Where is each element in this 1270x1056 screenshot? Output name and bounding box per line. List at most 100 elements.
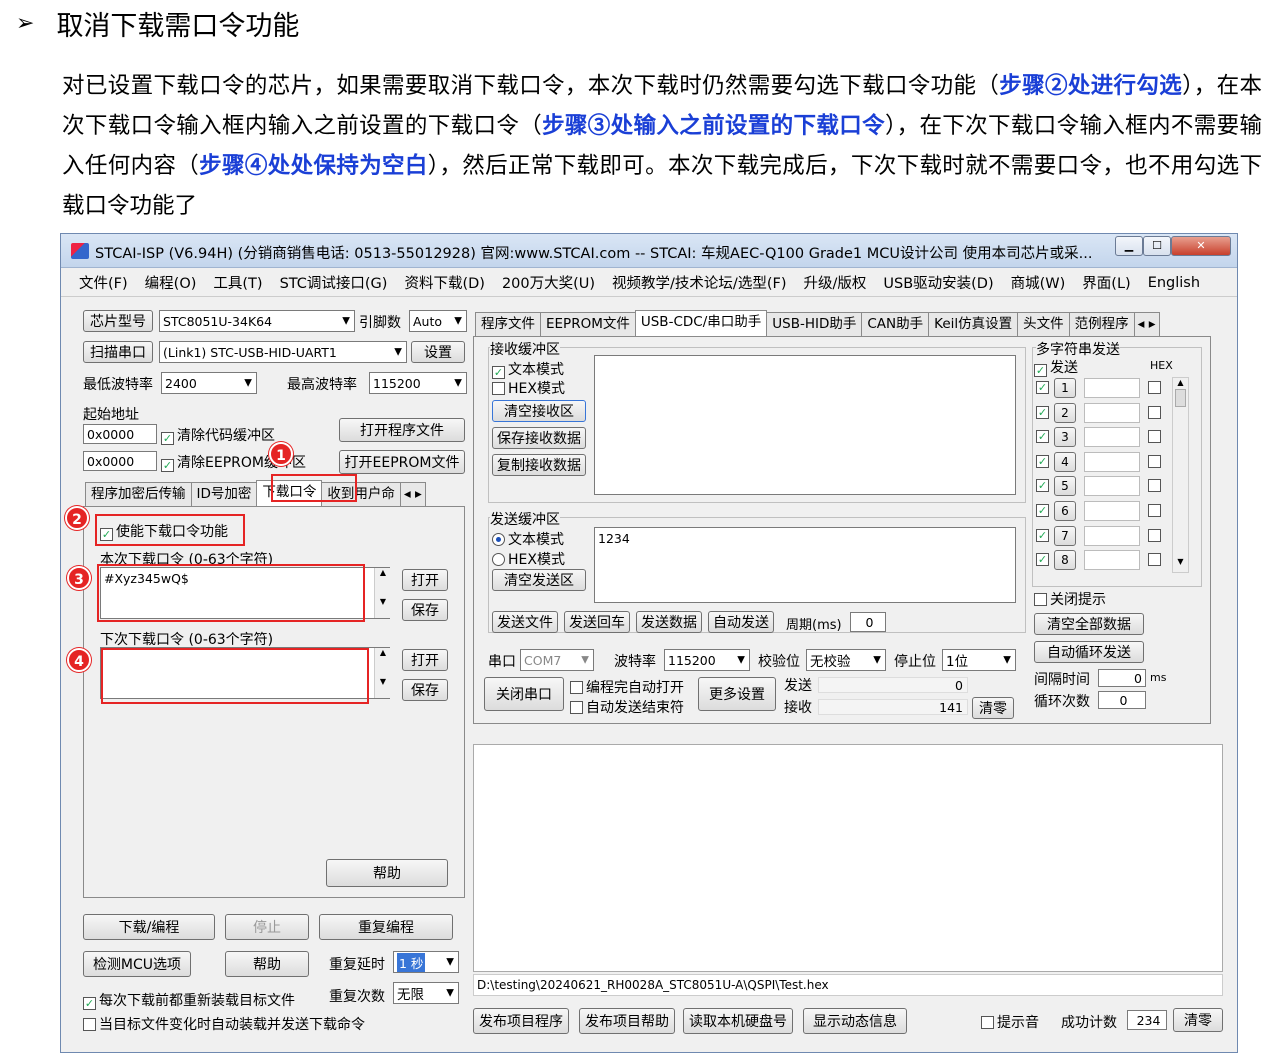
row-hex-checkbox[interactable] [1148, 553, 1161, 567]
row-send-button[interactable]: 4 [1054, 451, 1076, 472]
row-send-button[interactable]: 3 [1054, 427, 1076, 448]
row-string-input[interactable] [1084, 501, 1140, 521]
chip-model-select[interactable]: STC8051U-34K64 [159, 310, 355, 332]
scrollbar[interactable]: ▲ ▼ [374, 568, 391, 618]
reload-checkbox[interactable]: ✓ 每次下载前都重新装载目标文件 [83, 990, 295, 1010]
help-button-2[interactable]: 帮助 [225, 951, 309, 977]
stop-button[interactable]: 停止 [225, 914, 309, 940]
settings-button[interactable]: 设置 [411, 341, 465, 363]
tab-right[interactable]: 头文件 [1017, 312, 1070, 336]
row-hex-checkbox[interactable] [1148, 430, 1161, 444]
interval-input[interactable]: 0 [1098, 669, 1146, 687]
clear-code-checkbox[interactable]: ✓ 清除代码缓冲区 [161, 425, 275, 445]
open-program-button[interactable]: 打开程序文件 [339, 418, 465, 442]
menu-item[interactable]: 视频教学/技术论坛/选型(F) [612, 272, 786, 293]
com-port-select[interactable]: COM7 [520, 649, 594, 671]
recv-hex-mode-checkbox[interactable]: HEX模式 [492, 378, 565, 398]
row-string-input[interactable] [1084, 378, 1140, 398]
publish-program-button[interactable]: 发布项目程序 [473, 1008, 569, 1034]
eeprom-address-input[interactable]: 0x0000 [83, 451, 157, 471]
row-string-input[interactable] [1084, 476, 1140, 497]
tab-right[interactable]: EEPROM文件 [540, 312, 636, 336]
receive-textarea[interactable] [594, 355, 1016, 495]
help-button[interactable]: 帮助 [326, 859, 448, 887]
read-disk-button[interactable]: 读取本机硬盘号 [683, 1008, 793, 1034]
menu-item[interactable]: USB驱动安装(D) [883, 272, 993, 293]
minimize-button[interactable]: ▁ [1115, 236, 1143, 256]
menu-item[interactable]: 编程(O) [145, 272, 197, 293]
auto-load-checkbox[interactable]: 当目标文件变化时自动装载并发送下载命令 [83, 1014, 365, 1034]
row-send-checkbox[interactable]: ✓ [1036, 381, 1049, 394]
menu-item[interactable]: 工具(T) [213, 272, 262, 293]
row-send-button[interactable]: 1 [1054, 378, 1076, 398]
tab-right[interactable]: USB-CDC/串口助手 [634, 310, 768, 336]
retry-delay-select[interactable]: 1 秒 [393, 951, 459, 973]
open-next-password-button[interactable]: 打开 [402, 649, 448, 671]
sound-checkbox[interactable]: 提示音 [981, 1012, 1039, 1032]
row-hex-checkbox[interactable] [1148, 528, 1161, 542]
more-settings-button[interactable]: 更多设置 [698, 677, 776, 711]
code-address-input[interactable]: 0x0000 [83, 424, 157, 444]
baud-select[interactable]: 115200 [664, 649, 750, 671]
close-tip-checkbox[interactable]: 关闭提示 [1034, 589, 1106, 609]
clear-send-button[interactable]: 清空发送区 [492, 569, 586, 591]
row-hex-checkbox[interactable] [1148, 454, 1161, 468]
send-file-button[interactable]: 发送文件 [492, 611, 558, 633]
clear-success-button[interactable]: 清零 [1173, 1008, 1223, 1032]
menu-item[interactable]: 资料下载(D) [404, 272, 484, 293]
clear-all-button[interactable]: 清空全部数据 [1034, 613, 1144, 635]
menu-item[interactable]: 200万大奖(U) [502, 272, 595, 293]
send-header-checkbox[interactable]: ✓ 发送 [1034, 357, 1078, 377]
clear-count-button[interactable]: 清零 [972, 697, 1014, 719]
row-send-button[interactable]: 8 [1054, 550, 1076, 571]
open-current-password-button[interactable]: 打开 [402, 569, 448, 591]
open-eeprom-button[interactable]: 打开EEPROM文件 [339, 450, 465, 474]
row-hex-checkbox[interactable] [1148, 405, 1161, 419]
row-string-input[interactable] [1084, 427, 1140, 448]
row-hex-checkbox[interactable] [1148, 479, 1161, 493]
row-send-checkbox[interactable]: ✓ [1036, 454, 1049, 468]
send-data-button[interactable]: 发送数据 [636, 611, 702, 633]
row-send-checkbox[interactable]: ✓ [1036, 479, 1049, 493]
row-string-input[interactable] [1084, 550, 1140, 571]
scan-port-button[interactable]: 扫描串口 [83, 341, 153, 363]
chip-model-button[interactable]: 芯片型号 [83, 310, 153, 332]
close-port-button[interactable]: 关闭串口 [484, 677, 564, 711]
clear-receive-button[interactable]: 清空接收区 [492, 400, 586, 422]
row-send-button[interactable]: 5 [1054, 476, 1076, 497]
tab-scroll-arrows-icon[interactable]: ◂ ▸ [1133, 312, 1160, 336]
check-mcu-button[interactable]: 检测MCU选项 [83, 951, 191, 977]
scrollbar[interactable]: ▲ ▼ [374, 648, 391, 698]
parity-select[interactable]: 无校验 [806, 649, 886, 671]
port-select[interactable]: (Link1) STC-USB-HID-UART1 [159, 341, 407, 363]
row-send-checkbox[interactable]: ✓ [1036, 405, 1049, 419]
send-textarea[interactable]: 1234 [594, 527, 1016, 603]
multi-scrollbar[interactable]: ▲ ▼ [1172, 377, 1189, 573]
pins-select[interactable]: Auto [409, 310, 467, 332]
row-send-button[interactable]: 6 [1054, 501, 1076, 521]
menu-item[interactable]: 升级/版权 [803, 272, 866, 293]
retry-count-select[interactable]: 无限 [393, 982, 459, 1004]
auto-end-checkbox[interactable]: 自动发送结束符 [570, 697, 684, 717]
maximize-button[interactable]: ☐ [1143, 236, 1171, 256]
row-send-button[interactable]: 2 [1054, 402, 1076, 423]
row-send-checkbox[interactable]: ✓ [1036, 504, 1049, 517]
download-program-button[interactable]: 下载/编程 [83, 914, 215, 940]
auto-open-checkbox[interactable]: 编程完自动打开 [570, 677, 684, 697]
row-send-button[interactable]: 7 [1054, 525, 1076, 546]
menu-item[interactable]: 文件(F) [79, 272, 128, 293]
auto-loop-button[interactable]: 自动循环发送 [1034, 641, 1144, 663]
row-hex-checkbox[interactable] [1148, 504, 1161, 517]
send-text-mode-radio[interactable]: 文本模式 [492, 529, 564, 549]
tab-right[interactable]: 程序文件 [475, 312, 541, 336]
row-send-checkbox[interactable]: ✓ [1036, 553, 1049, 567]
row-string-input[interactable] [1084, 451, 1140, 472]
tab-scroll-arrows-icon[interactable]: ◂ ▸ [399, 482, 426, 506]
menu-item[interactable]: STC调试接口(G) [280, 272, 388, 293]
menu-item[interactable]: 界面(L) [1082, 272, 1130, 293]
tab-encrypt[interactable]: 程序加密后传输 [85, 482, 192, 506]
output-log[interactable] [473, 744, 1223, 972]
stop-bits-select[interactable]: 1位 [942, 649, 1016, 671]
menu-item[interactable]: English [1148, 275, 1200, 291]
send-cr-button[interactable]: 发送回车 [564, 611, 630, 633]
